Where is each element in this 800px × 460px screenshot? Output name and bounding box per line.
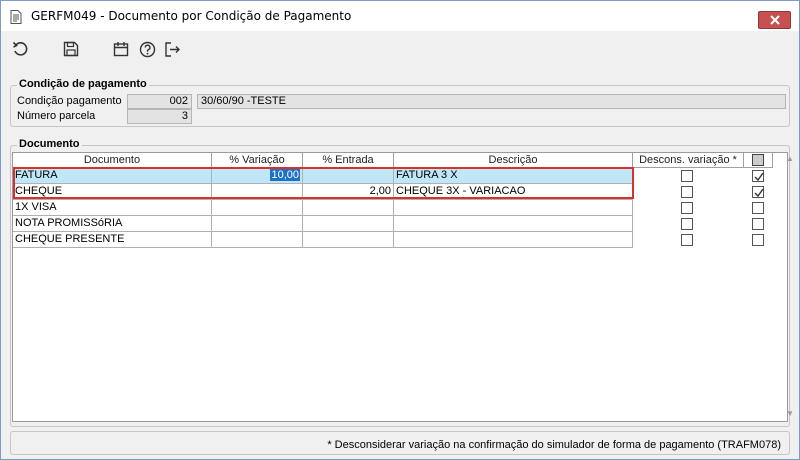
cell-descricao[interactable]: FATURA 3 X xyxy=(394,168,633,184)
condicao-desc-field[interactable]: 30/60/90 -TESTE xyxy=(197,94,786,109)
cell-variacao[interactable] xyxy=(212,184,303,200)
save-icon[interactable] xyxy=(62,40,80,58)
col-header-variacao[interactable]: % Variação xyxy=(212,153,303,168)
footer-note: * Desconsiderar variação na confirmação … xyxy=(327,439,781,451)
cell-descricao[interactable] xyxy=(394,216,633,232)
cell-variacao[interactable] xyxy=(212,216,303,232)
select-checkbox[interactable] xyxy=(752,202,764,214)
documento-grid: Documento % Variação % Entrada Descrição… xyxy=(12,152,794,422)
cell-entrada[interactable] xyxy=(303,200,394,216)
document-app-icon xyxy=(10,10,22,24)
documento-group-legend: Documento xyxy=(17,138,82,150)
help-icon[interactable] xyxy=(138,40,156,58)
variacao-edit-value[interactable]: 10,00 xyxy=(270,169,300,181)
window-title: GERFM049 - Documento por Condição de Pag… xyxy=(31,9,352,23)
select-checkbox[interactable] xyxy=(752,170,764,182)
close-button[interactable] xyxy=(758,11,791,29)
cell-entrada[interactable]: 2,00 xyxy=(303,184,394,200)
col-header-select-all[interactable] xyxy=(744,153,773,168)
select-checkbox[interactable] xyxy=(752,186,764,198)
app-window: GERFM049 - Documento por Condição de Pag… xyxy=(0,0,800,460)
cell-descricao[interactable]: CHEQUE 3X - VARIACAO xyxy=(394,184,633,200)
select-all-checkbox[interactable] xyxy=(752,154,764,166)
descons-checkbox[interactable] xyxy=(681,202,693,214)
close-icon xyxy=(769,15,780,25)
cell-descricao[interactable] xyxy=(394,232,633,248)
select-checkbox[interactable] xyxy=(752,234,764,246)
parcela-field[interactable]: 3 xyxy=(127,109,192,124)
descons-checkbox[interactable] xyxy=(681,170,693,182)
condicao-group-legend: Condição de pagamento xyxy=(17,78,149,90)
col-header-descons[interactable]: Descons. variação * xyxy=(633,153,744,168)
scroll-down-icon[interactable]: ▼ xyxy=(786,409,794,418)
descons-checkbox[interactable] xyxy=(681,234,693,246)
cell-documento[interactable]: 1X VISA xyxy=(13,200,212,216)
col-header-entrada[interactable]: % Entrada xyxy=(303,153,394,168)
scroll-up-icon[interactable]: ▲ xyxy=(786,154,794,163)
cell-entrada[interactable] xyxy=(303,216,394,232)
cell-variacao[interactable]: 10,00 xyxy=(212,168,303,184)
descons-checkbox[interactable] xyxy=(681,186,693,198)
parcela-label: Número parcela xyxy=(17,110,96,122)
cell-variacao[interactable] xyxy=(212,232,303,248)
cell-documento[interactable]: CHEQUE PRESENTE xyxy=(13,232,212,248)
calendar-icon[interactable] xyxy=(112,40,130,58)
condicao-code-field[interactable]: 002 xyxy=(127,94,192,109)
footer-panel: * Desconsiderar variação na confirmação … xyxy=(10,431,790,455)
condicao-label: Condição pagamento xyxy=(17,95,122,107)
cell-entrada[interactable] xyxy=(303,232,394,248)
undo-icon[interactable] xyxy=(12,40,30,58)
cell-descricao[interactable] xyxy=(394,200,633,216)
exit-icon[interactable] xyxy=(163,40,181,58)
col-header-documento[interactable]: Documento xyxy=(13,153,212,168)
descons-checkbox[interactable] xyxy=(681,218,693,230)
check-icon xyxy=(754,172,764,182)
col-header-descricao[interactable]: Descrição xyxy=(394,153,633,168)
cell-entrada[interactable] xyxy=(303,168,394,184)
toolbar xyxy=(1,31,799,67)
cell-documento[interactable]: FATURA xyxy=(13,168,212,184)
cell-documento[interactable]: NOTA PROMISSóRIA xyxy=(13,216,212,232)
cell-documento[interactable]: CHEQUE xyxy=(13,184,212,200)
check-icon xyxy=(754,188,764,198)
cell-variacao[interactable] xyxy=(212,200,303,216)
title-bar: GERFM049 - Documento por Condição de Pag… xyxy=(1,1,799,31)
select-checkbox[interactable] xyxy=(752,218,764,230)
